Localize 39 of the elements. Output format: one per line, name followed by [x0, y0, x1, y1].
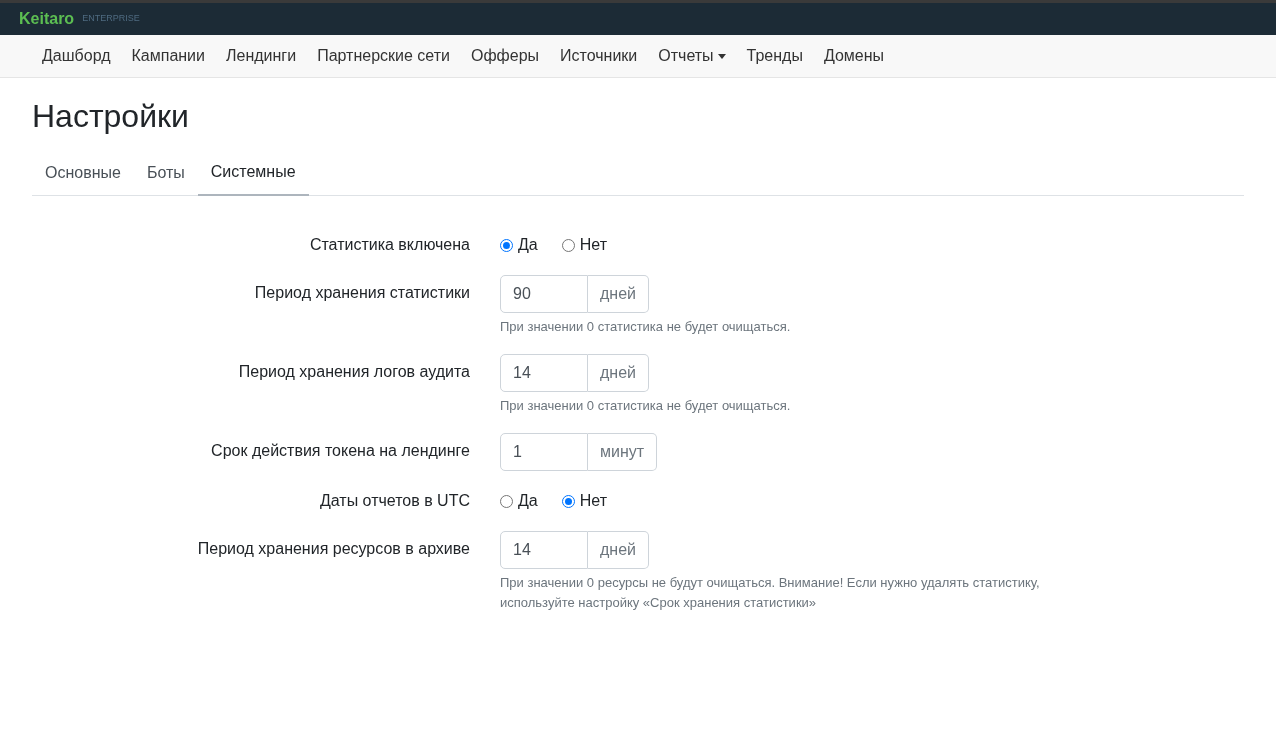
hint-text: При значении 0 статистика не будет очищаться. — [500, 318, 791, 336]
tab[interactable]: Основные — [32, 150, 134, 195]
tab[interactable]: Системные — [197, 150, 309, 196]
input-field[interactable]: 14 — [500, 531, 588, 569]
radio-button[interactable] — [561, 238, 575, 252]
radio-label: Нет — [579, 491, 607, 511]
page-title: Настройки — [32, 97, 190, 136]
edition-label: ENTERPRISE — [82, 12, 140, 26]
field-label: Статистика включена — [309, 235, 470, 255]
tab[interactable]: Боты — [133, 150, 198, 195]
unit-label: дней — [588, 354, 649, 392]
radio-button[interactable] — [500, 494, 513, 508]
field-label: Период хранения логов аудита — [238, 362, 470, 382]
unit-label: дней — [588, 531, 649, 569]
input-field[interactable]: 14 — [500, 354, 588, 392]
input-field[interactable]: 90 — [500, 275, 588, 313]
unit-label: минут — [588, 433, 658, 471]
nav-link[interactable]: Источники — [550, 44, 648, 68]
input-field[interactable]: 1 — [500, 433, 588, 471]
field-label: Даты отчетов в UTC — [319, 491, 470, 511]
nav-link[interactable]: Тренды — [736, 44, 813, 68]
hint-text: При значении 0 ресурсы не будут очищаться. Внимание! Если нужно удалять статистику, используйте настройку «Срок хранения статистики» — [500, 574, 1041, 612]
nav-link[interactable]: Дашборд — [32, 44, 121, 68]
nav-link[interactable]: Лендинги — [216, 44, 307, 68]
field-label: Период хранения статистики — [254, 283, 470, 303]
nav-link[interactable]: Домены — [813, 44, 895, 68]
nav-link[interactable]: Отчеты — [648, 44, 736, 68]
radio-label: Да — [518, 491, 538, 511]
field-label: Срок действия токена на лендинге — [211, 441, 470, 461]
unit-label: дней — [588, 275, 649, 313]
hint-text: При значении 0 статистика не будет очищаться. — [500, 397, 791, 415]
brand-logo[interactable]: Keitaro — [19, 7, 75, 31]
field-label: Период хранения ресурсов в архиве — [197, 539, 470, 559]
caret-icon — [717, 53, 726, 59]
nav-link[interactable]: Партнерские сети — [307, 44, 460, 68]
nav-link[interactable]: Кампании — [121, 44, 215, 68]
radio-label: Да — [518, 235, 538, 255]
radio-label: Нет — [579, 235, 607, 255]
nav-link[interactable]: Офферы — [460, 44, 550, 68]
